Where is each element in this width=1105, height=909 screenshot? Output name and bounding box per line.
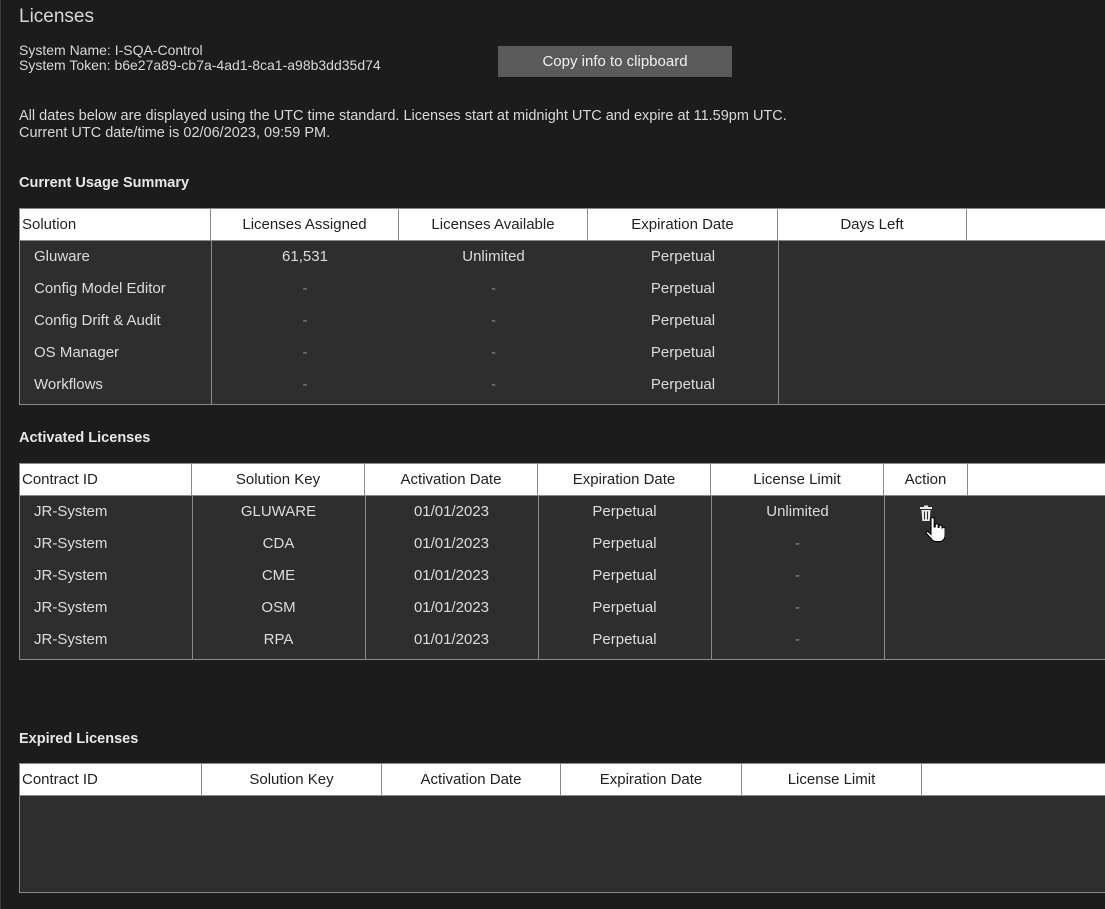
cell-contract-id: JR-System <box>34 567 108 584</box>
cell-license-limit: - <box>795 567 800 584</box>
cell-solution-key: CDA <box>262 535 295 552</box>
col-action[interactable]: Action <box>884 464 968 495</box>
col-solution[interactable]: Solution <box>20 209 211 240</box>
table-body: Gluware 61,531 Unlimited Perpetual Config Mo… <box>20 241 1105 404</box>
usage-summary-table: Solution Licenses Assigned Licenses Avai… <box>19 208 1105 405</box>
cell-solution-key: RPA <box>263 631 294 648</box>
cell-expiration-date: Perpetual <box>592 631 657 648</box>
col-days-left[interactable]: Days Left <box>778 209 967 240</box>
cell-activation-date: 01/01/2023 <box>413 535 490 552</box>
cell-activation-date: 01/01/2023 <box>413 599 490 616</box>
cell-expiration-date: Perpetual <box>592 567 657 584</box>
table-header: Contract ID Solution Key Activation Date… <box>20 764 1105 796</box>
system-info: System Name: I-SQA-Control System Token:… <box>19 43 381 73</box>
col-activation-date[interactable]: Activation Date <box>382 764 561 795</box>
col-expiration-date[interactable]: Expiration Date <box>561 764 742 795</box>
utc-notes: All dates below are displayed using the … <box>19 108 787 142</box>
col-license-limit[interactable]: License Limit <box>742 764 922 795</box>
table-row[interactable]: JR-System RPA 01/01/2023 Perpetual - <box>20 624 1105 656</box>
col-solution-key[interactable]: Solution Key <box>202 764 382 795</box>
table-header: Solution Licenses Assigned Licenses Avai… <box>20 209 1105 241</box>
table-row[interactable]: OS Manager - - Perpetual <box>20 337 1105 369</box>
cell-solution: OS Manager <box>34 344 120 361</box>
cell-contract-id: JR-System <box>34 599 108 616</box>
cell-licenses-assigned: - <box>302 344 308 361</box>
cell-action <box>884 560 968 592</box>
cell-solution: Config Model Editor <box>34 280 166 297</box>
pointer-hand-icon <box>925 517 945 543</box>
cell-solution-key: OSM <box>261 599 296 616</box>
cell-activation-date: 01/01/2023 <box>413 503 490 520</box>
utc-note-line: All dates below are displayed using the … <box>19 108 787 124</box>
current-utc-line: Current UTC date/time is 02/06/2023, 09:… <box>19 125 331 141</box>
cell-contract-id: JR-System <box>34 503 108 520</box>
activated-licenses-title: Activated Licenses <box>19 430 151 446</box>
cell-license-limit: - <box>795 599 800 616</box>
system-name: System Name: I-SQA-Control <box>19 42 203 58</box>
cell-solution: Config Drift & Audit <box>34 312 161 329</box>
cell-days-left <box>778 273 967 305</box>
col-contract-id[interactable]: Contract ID <box>20 464 192 495</box>
cell-licenses-assigned: - <box>302 376 308 393</box>
usage-summary-title: Current Usage Summary <box>19 175 190 191</box>
table-header: Contract ID Solution Key Activation Date… <box>20 464 1105 496</box>
cell-licenses-assigned: - <box>302 312 308 329</box>
cell-contract-id: JR-System <box>34 631 108 648</box>
cell-activation-date: 01/01/2023 <box>413 567 490 584</box>
cell-action <box>884 592 968 624</box>
cell-licenses-available: - <box>491 280 496 297</box>
table-row[interactable]: JR-System CME 01/01/2023 Perpetual - <box>20 560 1105 592</box>
page-title: Licenses <box>19 6 94 27</box>
cell-expiration-date: Perpetual <box>650 280 716 297</box>
licenses-page: Licenses System Name: I-SQA-Control Syst… <box>0 0 1105 909</box>
col-activation-date[interactable]: Activation Date <box>365 464 538 495</box>
cell-solution-key: GLUWARE <box>240 503 317 520</box>
table-row[interactable]: Gluware 61,531 Unlimited Perpetual <box>20 241 1105 273</box>
table-row[interactable]: Config Drift & Audit - - Perpetual <box>20 305 1105 337</box>
col-licenses-assigned[interactable]: Licenses Assigned <box>211 209 399 240</box>
table-row[interactable]: JR-System OSM 01/01/2023 Perpetual - <box>20 592 1105 624</box>
trash-icon[interactable] <box>919 502 933 521</box>
table-body-empty <box>20 796 1105 892</box>
col-license-limit[interactable]: License Limit <box>711 464 884 495</box>
cell-expiration-date: Perpetual <box>592 599 657 616</box>
cell-solution: Gluware <box>34 248 90 265</box>
cell-licenses-assigned: 61,531 <box>282 248 328 265</box>
cell-expiration-date: Perpetual <box>592 535 657 552</box>
activated-licenses-table: Contract ID Solution Key Activation Date… <box>19 463 1105 660</box>
cell-days-left <box>778 369 967 401</box>
table-row[interactable]: Workflows - - Perpetual <box>20 369 1105 401</box>
cell-solution-key: CME <box>261 567 296 584</box>
cell-expiration-date: Perpetual <box>650 376 716 393</box>
expired-licenses-table: Contract ID Solution Key Activation Date… <box>19 763 1105 893</box>
cell-licenses-available: - <box>491 312 496 329</box>
cell-licenses-available: - <box>491 376 496 393</box>
cell-expiration-date: Perpetual <box>650 248 716 265</box>
cell-license-limit: - <box>795 631 800 648</box>
col-licenses-available[interactable]: Licenses Available <box>399 209 588 240</box>
cell-solution: Workflows <box>34 376 103 393</box>
col-expiration-date[interactable]: Expiration Date <box>588 209 778 240</box>
cell-license-limit: Unlimited <box>766 503 829 520</box>
col-expiration-date[interactable]: Expiration Date <box>538 464 711 495</box>
table-row[interactable]: Config Model Editor - - Perpetual <box>20 273 1105 305</box>
system-token: System Token: b6e27a89-cb7a-4ad1-8ca1-a9… <box>19 57 381 73</box>
cell-license-limit: - <box>795 535 800 552</box>
expired-licenses-title: Expired Licenses <box>19 731 139 747</box>
cell-days-left <box>778 337 967 369</box>
col-solution-key[interactable]: Solution Key <box>192 464 365 495</box>
cell-licenses-available: - <box>491 344 496 361</box>
cell-expiration-date: Perpetual <box>592 503 657 520</box>
copy-info-button[interactable]: Copy info to clipboard <box>498 46 732 77</box>
cell-licenses-assigned: - <box>302 280 308 297</box>
cell-expiration-date: Perpetual <box>650 312 716 329</box>
cell-days-left <box>778 241 967 273</box>
cell-activation-date: 01/01/2023 <box>413 631 490 648</box>
cell-days-left <box>778 305 967 337</box>
cell-action <box>884 624 968 656</box>
col-contract-id[interactable]: Contract ID <box>20 764 202 795</box>
cell-licenses-available: Unlimited <box>462 248 525 265</box>
cell-contract-id: JR-System <box>34 535 108 552</box>
cell-expiration-date: Perpetual <box>650 344 716 361</box>
